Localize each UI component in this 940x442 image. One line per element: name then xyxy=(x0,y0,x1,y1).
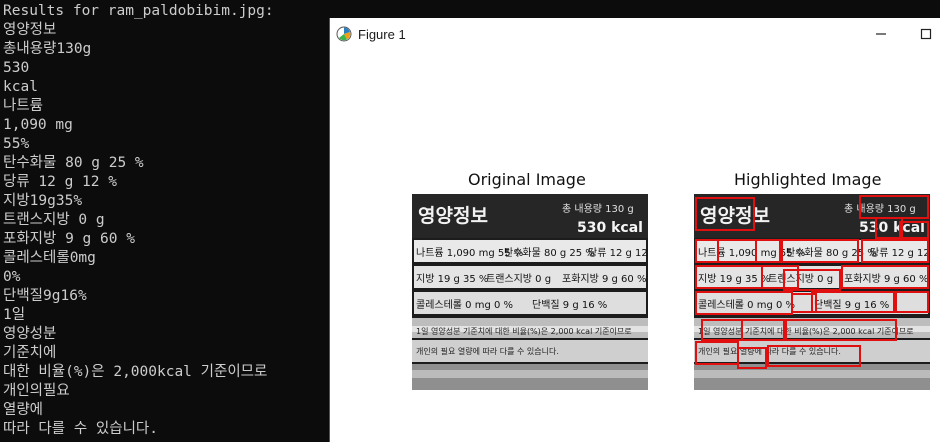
label-row1-c: 당류 12 g 12 % xyxy=(870,247,930,259)
terminal-output-line: 포화지방 9 g 60 % xyxy=(3,231,135,247)
label-row2-c: 포화지방 9 g 60 % xyxy=(844,273,928,285)
terminal-output-line: 1,090 mg xyxy=(3,117,73,133)
label-row2-a: 지방 19 g 35 % xyxy=(698,273,770,285)
minimize-icon xyxy=(876,33,886,35)
label-foot-2: 개인의 필요 열량에 따라 다를 수 있습니다. xyxy=(416,346,559,356)
minimize-button[interactable] xyxy=(868,22,894,46)
terminal-window[interactable]: Results for ram_paldobibim.jpg: 영양정보총내용량1… xyxy=(0,0,330,442)
terminal-output-line: 지방19g35% xyxy=(3,193,83,209)
label-header-right-bottom: 530 kcal xyxy=(577,220,643,236)
label-header-right-top: 총 내용량 130 g xyxy=(562,203,634,215)
maximize-button[interactable] xyxy=(913,22,939,46)
label-header-right-top: 총 내용량 130 g xyxy=(844,203,916,215)
label-row3-a: 콜레스테롤 0 mg 0 % xyxy=(698,299,795,311)
terminal-output-line: 기준치에 xyxy=(3,345,57,361)
nutrition-label-photo-highlighted: 영양정보 총 내용량 130 g 530 kcal 나트륨 1,090 mg 5… xyxy=(694,194,930,390)
matplotlib-icon xyxy=(336,26,352,42)
terminal-output-line: Results for ram_paldobibim.jpg: xyxy=(3,3,274,19)
terminal-output-line: 1일 xyxy=(3,307,26,323)
terminal-output-line: kcal xyxy=(3,79,38,95)
subplot-title-original: Original Image xyxy=(468,170,586,189)
terminal-output-line: 콜레스테롤0mg xyxy=(3,250,96,266)
label-row1-b: 탄수화물 80 g 25 % xyxy=(504,247,595,259)
label-row2-b: 트랜스지방 0 g xyxy=(768,273,833,285)
maximize-icon xyxy=(920,28,932,40)
highlighted-image: 영양정보 총 내용량 130 g 530 kcal 나트륨 1,090 mg 5… xyxy=(694,194,930,390)
terminal-output-line: 당류 12 g 12 % xyxy=(3,174,117,190)
terminal-output-line: 530 xyxy=(3,60,30,76)
label-header-left: 영양정보 xyxy=(418,205,488,227)
label-foot-2: 개인의 필요 열량에 따라 다를 수 있습니다. xyxy=(698,346,841,356)
window-title: Figure 1 xyxy=(358,27,406,42)
terminal-output-line: 나트륨 xyxy=(3,98,44,114)
label-header-left: 영양정보 xyxy=(700,205,770,227)
nutrition-label-photo: 영양정보 총 내용량 130 g 530 kcal 나트륨 1,090 mg 5… xyxy=(412,194,648,390)
figure-window[interactable]: Figure 1 Original Image Highlighted Imag… xyxy=(329,18,940,442)
label-row3-b: 단백질 9 g 16 % xyxy=(814,299,889,311)
original-image: 영양정보 총 내용량 130 g 530 kcal 나트륨 1,090 mg 5… xyxy=(412,194,648,390)
label-row1-b: 탄수화물 80 g 25 % xyxy=(786,247,877,259)
label-row2-a: 지방 19 g 35 % xyxy=(416,273,488,285)
label-foot-1: 1일 영양성분 기준치에 대한 비율(%)은 2,000 kcal 기준이므로 xyxy=(416,326,632,336)
label-row3-b: 단백질 9 g 16 % xyxy=(532,299,607,311)
terminal-output-line: 열량에 xyxy=(3,402,44,418)
label-row1-c: 당류 12 g 12 % xyxy=(588,247,648,259)
terminal-output-line: 단백질9g16% xyxy=(3,288,87,304)
terminal-output-line: 55% xyxy=(3,136,30,152)
terminal-output-line: 개인의필요 xyxy=(3,383,70,399)
label-row3-a: 콜레스테롤 0 mg 0 % xyxy=(416,299,513,311)
terminal-output-line: 영양성분 xyxy=(3,326,57,342)
terminal-output-line: 대한 비율(%)은 2,000kcal 기준이므로 xyxy=(3,364,268,380)
label-foot-1: 1일 영양성분 기준치에 대한 비율(%)은 2,000 kcal 기준이므로 xyxy=(698,326,914,336)
subplot-title-highlighted: Highlighted Image xyxy=(734,170,882,189)
label-row2-c: 포화지방 9 g 60 % xyxy=(562,273,646,285)
terminal-output-line: 탄수화물 80 g 25 % xyxy=(3,155,144,171)
terminal-output-line: 영양정보 xyxy=(3,22,57,38)
terminal-output-line: 트랜스지방 0 g xyxy=(3,212,105,228)
label-row2-b: 트랜스지방 0 g xyxy=(486,273,551,285)
title-bar[interactable]: Figure 1 xyxy=(330,18,940,51)
terminal-output-line: 총내용량130g xyxy=(3,41,92,57)
terminal-output-line: 0% xyxy=(3,269,21,285)
terminal-output-line: 따라 다를 수 있습니다. xyxy=(3,421,158,437)
